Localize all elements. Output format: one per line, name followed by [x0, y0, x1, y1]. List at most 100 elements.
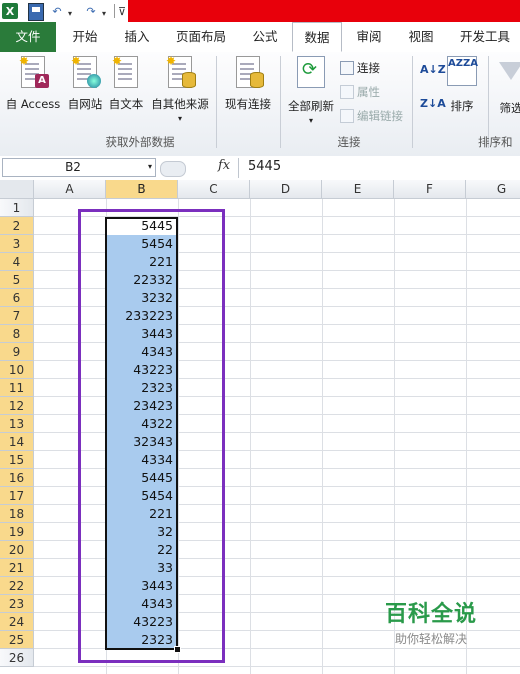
customize-toolbar-icon[interactable]: ⊽ — [118, 3, 126, 19]
row-header-2[interactable]: 2 — [0, 217, 34, 235]
tab-page-layout[interactable]: 页面布局 — [164, 22, 238, 52]
title-bar — [128, 0, 520, 22]
cell-b18[interactable]: 221 — [106, 505, 177, 523]
tab-data[interactable]: 数据 — [292, 22, 342, 52]
tab-review[interactable]: 审阅 — [344, 22, 394, 52]
row-header-23[interactable]: 23 — [0, 595, 34, 613]
row-header-14[interactable]: 14 — [0, 433, 34, 451]
save-icon[interactable] — [28, 3, 44, 21]
column-header-a[interactable]: A — [34, 180, 106, 199]
cell-b17[interactable]: 5454 — [106, 487, 177, 505]
cell-b5[interactable]: 22332 — [106, 271, 177, 289]
cell-b7[interactable]: 233223 — [106, 307, 177, 325]
row-header-11[interactable]: 11 — [0, 379, 34, 397]
row-header-5[interactable]: 5 — [0, 271, 34, 289]
tab-file[interactable]: 文件 — [0, 22, 56, 52]
row-header-4[interactable]: 4 — [0, 253, 34, 271]
from-other-sources-label: 自其他来源 — [151, 97, 209, 111]
row-header-3[interactable]: 3 — [0, 235, 34, 253]
tab-formulas[interactable]: 公式 — [240, 22, 290, 52]
cell-b6[interactable]: 3232 — [106, 289, 177, 307]
cell-b8[interactable]: 3443 — [106, 325, 177, 343]
sort-label: 排序 — [450, 99, 474, 113]
tab-insert[interactable]: 插入 — [112, 22, 162, 52]
row-header-25[interactable]: 25 — [0, 631, 34, 649]
from-web-button[interactable]: ✸ 自网站 — [64, 54, 106, 112]
row-header-6[interactable]: 6 — [0, 289, 34, 307]
row-header-26[interactable]: 26 — [0, 649, 34, 667]
cell-b23[interactable]: 4343 — [106, 595, 177, 613]
sort-button[interactable]: AZZA 排序 — [444, 56, 480, 114]
cell-b22[interactable]: 3443 — [106, 577, 177, 595]
insert-function-icon[interactable]: fx — [218, 158, 230, 173]
cell-b20[interactable]: 22 — [106, 541, 177, 559]
row-header-21[interactable]: 21 — [0, 559, 34, 577]
row-header-9[interactable]: 9 — [0, 343, 34, 361]
row-header-15[interactable]: 15 — [0, 451, 34, 469]
cell-b9[interactable]: 4343 — [106, 343, 177, 361]
cell-b16[interactable]: 5445 — [106, 469, 177, 487]
row-header-7[interactable]: 7 — [0, 307, 34, 325]
existing-connections-button[interactable]: 现有连接 — [220, 56, 276, 112]
select-all-corner[interactable] — [0, 180, 34, 199]
cell-b2[interactable]: 5445 — [106, 217, 177, 235]
row-header-20[interactable]: 20 — [0, 541, 34, 559]
cell-b15[interactable]: 4334 — [106, 451, 177, 469]
filter-label: 筛选 — [499, 101, 520, 115]
row-header-24[interactable]: 24 — [0, 613, 34, 631]
row-header-13[interactable]: 13 — [0, 415, 34, 433]
undo-icon[interactable]: ↶ — [50, 3, 64, 19]
name-box[interactable]: B2 ▾ — [2, 158, 156, 177]
row-header-1[interactable]: 1 — [0, 199, 34, 217]
row-header-19[interactable]: 19 — [0, 523, 34, 541]
chevron-down-icon[interactable]: ▾ — [148, 162, 152, 171]
sort-ascending-button[interactable]: A↓Z — [420, 64, 446, 76]
row-header-17[interactable]: 17 — [0, 487, 34, 505]
cell-b4[interactable]: 221 — [106, 253, 177, 271]
sort-descending-button[interactable]: Z↓A — [420, 98, 446, 110]
cell-b12[interactable]: 23423 — [106, 397, 177, 415]
undo-dropdown-icon[interactable]: ▾ — [68, 5, 72, 21]
cell-b21[interactable]: 33 — [106, 559, 177, 577]
edit-links-button[interactable]: 编辑链接 — [340, 108, 403, 124]
column-header-g[interactable]: G — [466, 180, 520, 199]
formula-input[interactable]: 5445 — [248, 159, 281, 174]
cell-b10[interactable]: 43223 — [106, 361, 177, 379]
tab-developer[interactable]: 开发工具 — [450, 22, 520, 52]
watermark: 百科全说 助你轻松解决 — [366, 596, 496, 647]
connections-button[interactable]: 连接 — [340, 60, 380, 76]
row-header-18[interactable]: 18 — [0, 505, 34, 523]
refresh-all-button[interactable]: 全部刷新 ▾ — [284, 56, 338, 125]
cell-b19[interactable]: 32 — [106, 523, 177, 541]
filter-button[interactable]: 筛选 — [494, 56, 520, 116]
cell-b24[interactable]: 43223 — [106, 613, 177, 631]
row-header-8[interactable]: 8 — [0, 325, 34, 343]
column-header-d[interactable]: D — [250, 180, 322, 199]
column-header-f[interactable]: F — [394, 180, 466, 199]
properties-icon — [340, 85, 354, 99]
properties-button[interactable]: 属性 — [340, 84, 380, 100]
cell-b25[interactable]: 2323 — [106, 631, 177, 649]
from-text-button[interactable]: ✸ 自文本 — [106, 54, 146, 112]
formula-bar-grip[interactable] — [160, 161, 186, 177]
row-header-22[interactable]: 22 — [0, 577, 34, 595]
fill-handle[interactable] — [174, 646, 181, 653]
redo-icon[interactable]: ↷ — [84, 3, 98, 19]
row-header-16[interactable]: 16 — [0, 469, 34, 487]
cell-b3[interactable]: 5454 — [106, 235, 177, 253]
redo-dropdown-icon[interactable]: ▾ — [102, 5, 106, 21]
refresh-all-label: 全部刷新 — [288, 99, 334, 113]
cell-b13[interactable]: 4322 — [106, 415, 177, 433]
column-header-b[interactable]: B — [106, 180, 178, 199]
from-access-button[interactable]: ✸ A 自 Access — [4, 54, 62, 112]
tab-view[interactable]: 视图 — [396, 22, 446, 52]
cell-b14[interactable]: 32343 — [106, 433, 177, 451]
excel-app-icon[interactable]: X — [2, 3, 18, 19]
from-other-sources-button[interactable]: ✸ 自其他来源 ▾ — [148, 54, 212, 123]
column-header-c[interactable]: C — [178, 180, 250, 199]
row-header-10[interactable]: 10 — [0, 361, 34, 379]
tab-home[interactable]: 开始 — [60, 22, 110, 52]
cell-b11[interactable]: 2323 — [106, 379, 177, 397]
column-header-e[interactable]: E — [322, 180, 394, 199]
row-header-12[interactable]: 12 — [0, 397, 34, 415]
